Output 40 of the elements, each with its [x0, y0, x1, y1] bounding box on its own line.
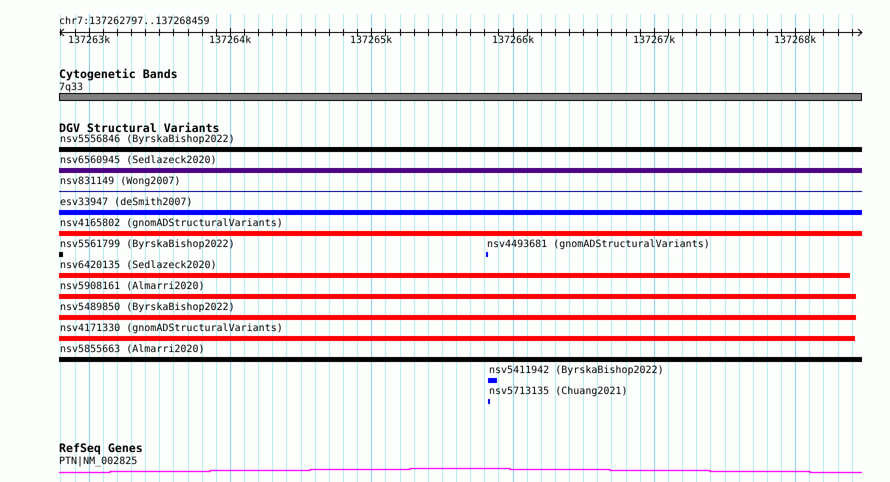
variant-line[interactable] — [59, 191, 862, 192]
variant-bar[interactable] — [59, 210, 862, 215]
track-title: RefSeq Genes — [59, 442, 143, 454]
ruler-tick-label: 137265k — [350, 35, 392, 46]
variant-bar[interactable] — [59, 315, 856, 320]
variant-bar[interactable] — [488, 378, 497, 383]
location-label: chr7:137262797..137268459 — [59, 16, 210, 28]
variant-bar[interactable] — [59, 336, 855, 341]
variant-bar[interactable] — [59, 357, 862, 362]
variant-label: nsv6560945 (Sedlazeck2020) — [60, 155, 217, 167]
ruler-tick-label: 137263k — [68, 35, 110, 46]
variant-label: nsv4171330 (gnomADStructuralVariants) — [60, 323, 283, 335]
ruler-tick-label: 137268k — [774, 35, 816, 46]
variant-label: nsv831149 (Wong2007) — [60, 176, 180, 188]
variant-label: esv33947 (deSmith2007) — [60, 197, 192, 209]
cytoband-bar[interactable] — [59, 93, 862, 101]
ruler-tick-label: 137264k — [209, 35, 252, 46]
ruler-tick-label: 137267k — [633, 35, 676, 46]
variant-label: nsv5855663 (Almarri2020) — [60, 344, 204, 356]
variant-label: nsv5411942 (ByrskaBishop2022) — [489, 365, 664, 377]
gene-label: PTN|NM_002825 — [59, 456, 138, 468]
variant-bar[interactable] — [59, 168, 862, 173]
variant-bar[interactable] — [59, 294, 856, 299]
variant-label: nsv5908161 (Almarri2020) — [60, 281, 204, 293]
variant-label: nsv5556846 (ByrskaBishop2022) — [60, 134, 235, 146]
band-label: 7q33 — [59, 82, 84, 94]
gene-line[interactable] — [59, 468, 862, 474]
variant-bar[interactable] — [59, 273, 850, 278]
variant-label: nsv5561799 (ByrskaBishop2022) — [60, 239, 235, 251]
track-title: DGV Structural Variants — [59, 122, 220, 134]
variant-label: nsv6420135 (Sedlazeck2020) — [60, 260, 217, 272]
variant-label: nsv4493681 (gnomADStructuralVariants) — [487, 239, 710, 251]
variant-bar[interactable] — [59, 147, 862, 152]
ruler-tick-label: 137266k — [492, 35, 534, 46]
track-title: Cytogenetic Bands — [59, 68, 178, 80]
variant-bar[interactable] — [59, 252, 63, 257]
variant-label: nsv5713135 (Chuang2021) — [489, 386, 628, 398]
variant-bar[interactable] — [59, 231, 862, 236]
variant-label: nsv5489850 (ByrskaBishop2022) — [60, 302, 235, 314]
variant-label: nsv4165802 (gnomADStructuralVariants) — [60, 218, 283, 230]
